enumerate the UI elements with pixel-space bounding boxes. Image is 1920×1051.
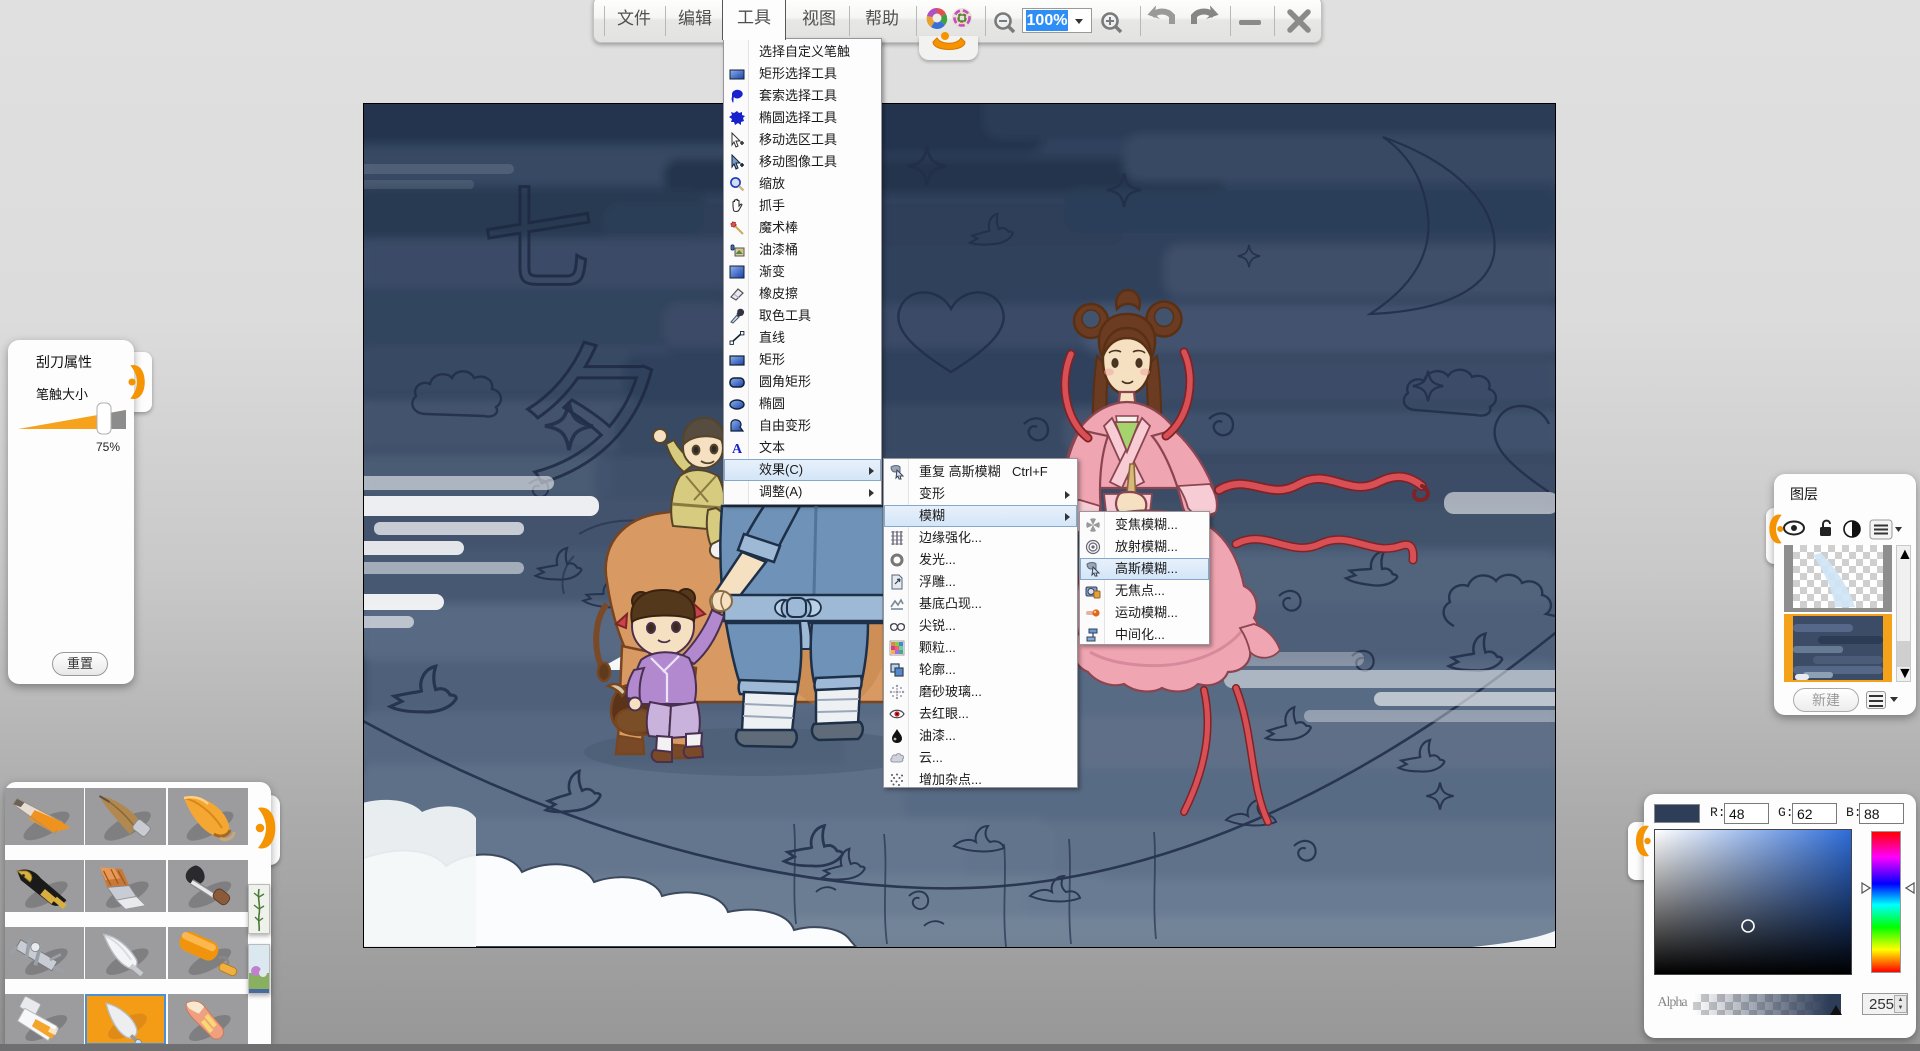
svg-text:七: 七 xyxy=(482,178,594,303)
